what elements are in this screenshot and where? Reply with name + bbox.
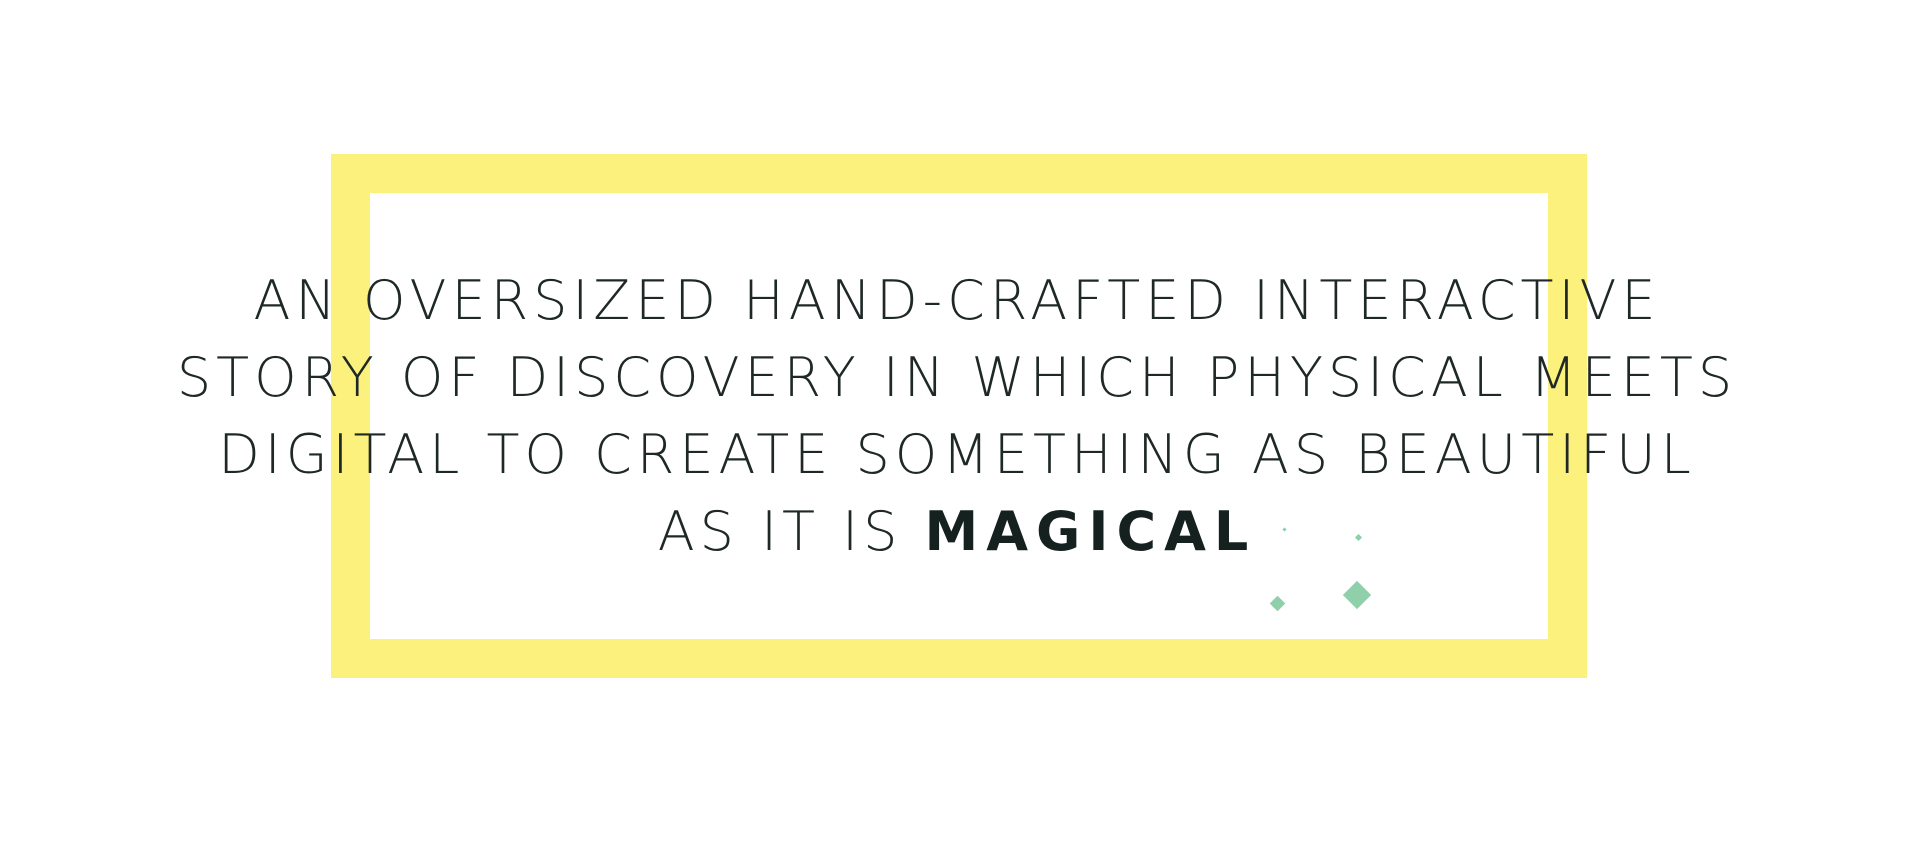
hero-headline: AN OVERSIZED HAND-CRAFTED INTERACTIVE ST…	[0, 262, 1914, 570]
headline-line-4-prefix: AS IT IS	[657, 500, 903, 563]
headline-line-2: STORY OF DISCOVERY IN WHICH PHYSICAL MEE…	[176, 346, 1738, 409]
hero-section: AN OVERSIZED HAND-CRAFTED INTERACTIVE ST…	[0, 0, 1914, 860]
headline-line-1: AN OVERSIZED HAND-CRAFTED INTERACTIVE	[253, 269, 1661, 332]
headline-emphasis: MAGICAL	[924, 500, 1257, 563]
headline-line-4: AS IT IS MAGICAL	[0, 493, 1914, 570]
headline-line-3: DIGITAL TO CREATE SOMETHING AS BEAUTIFUL	[218, 423, 1696, 486]
